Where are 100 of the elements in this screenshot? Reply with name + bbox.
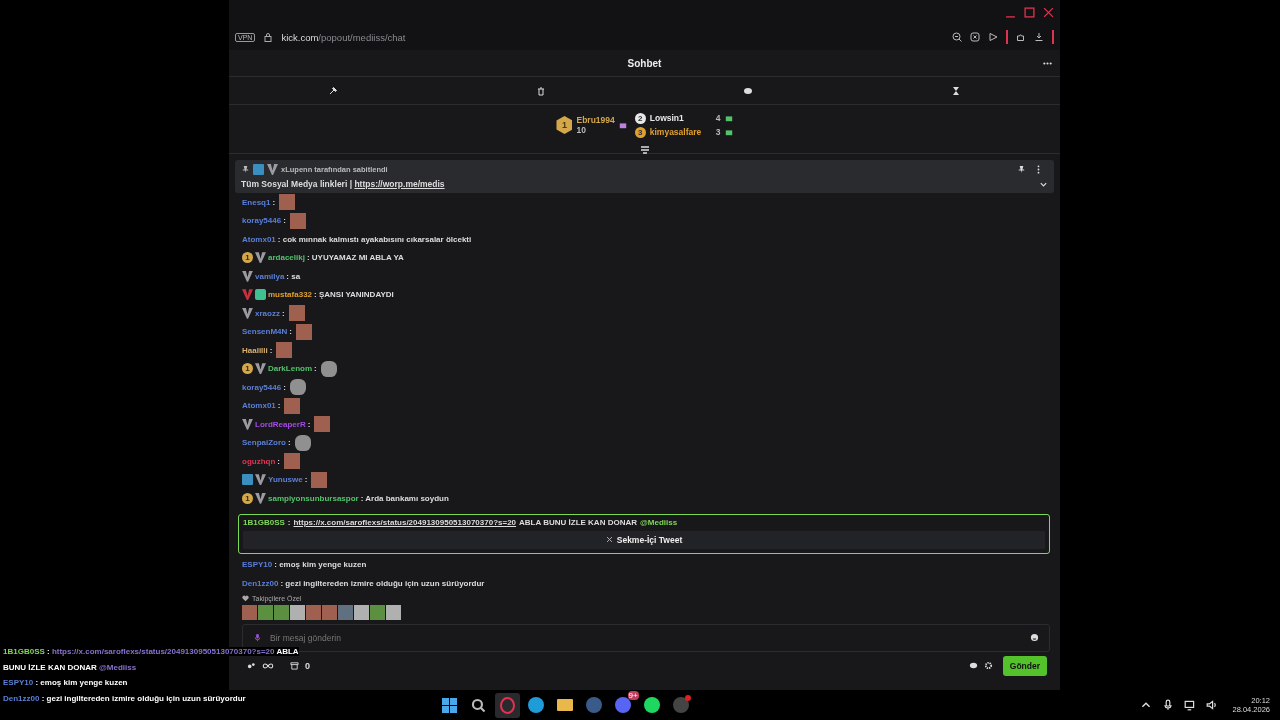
message-text: : (44, 647, 52, 657)
username[interactable]: oguzhqn (242, 456, 276, 466)
points-icon[interactable] (247, 661, 256, 670)
username[interactable]: vamilya (255, 271, 285, 281)
chat-title: Sohbet (627, 57, 662, 69)
menu-icon[interactable] (639, 145, 650, 155)
message-text: : ŞANSI YANINDAYDI (314, 290, 394, 300)
username[interactable]: Atomx01 (242, 401, 276, 411)
message-text: : (283, 216, 286, 226)
username[interactable]: koray5446 (242, 216, 282, 226)
tweet-link[interactable]: https://x.com/saroflexs/status/2049130950513070370?s=20 (293, 517, 517, 527)
og-badge (255, 492, 266, 504)
emote-button[interactable] (386, 604, 401, 620)
moderator-badge (242, 474, 253, 486)
emote-button[interactable] (338, 604, 353, 620)
message-text: : (277, 401, 281, 411)
message-input[interactable]: Bir mesaj gönderin (268, 631, 1024, 644)
chat-bubble-icon[interactable] (968, 661, 978, 670)
message-text: ABLA (274, 647, 299, 657)
emoji-icon[interactable] (1030, 633, 1039, 642)
username[interactable]: 1B1GB0SS (243, 517, 285, 527)
taskbar-app-icon[interactable] (494, 692, 520, 718)
message-text: ABLA BUNU İZLE KAN DONAR (519, 517, 637, 527)
chat-bubble-icon[interactable] (743, 85, 754, 96)
username[interactable]: ardacelikj (268, 253, 305, 263)
message-text: BUNU İZLE KAN DONAR (3, 662, 99, 672)
gift-icon (618, 121, 627, 129)
og-badge (255, 363, 266, 375)
message-text: : (281, 308, 285, 318)
x-icon (605, 536, 613, 543)
volume-icon[interactable] (1206, 699, 1219, 711)
message-text: : (277, 456, 280, 466)
username[interactable]: LordReaperR (255, 419, 306, 429)
download-icon[interactable] (1034, 32, 1044, 42)
username[interactable]: Haalilli (242, 345, 268, 355)
message-text: : (33, 678, 41, 688)
emote-button[interactable] (354, 604, 369, 620)
send-icon[interactable] (988, 32, 998, 42)
network-icon[interactable] (1184, 699, 1197, 711)
emote-button[interactable] (322, 604, 337, 620)
message-text: : (272, 197, 276, 207)
maximize-icon[interactable] (1024, 6, 1035, 18)
rank-badge: 1 (556, 116, 573, 134)
message-text: : (304, 475, 308, 485)
message-text: : UYUYAMAZ MI ABLA YA (306, 253, 404, 263)
username[interactable]: koray5446 (242, 382, 282, 392)
pinned-link[interactable]: https://worp.me/medis (354, 179, 445, 189)
emote-button[interactable] (242, 604, 257, 620)
emote-button[interactable] (274, 604, 289, 620)
message-text: : (289, 327, 293, 337)
emote-button[interactable] (258, 604, 273, 620)
tweet-embed-button[interactable]: Sekme-İçi Tweet (243, 530, 1045, 549)
pin-icon[interactable] (1017, 165, 1026, 174)
hammer-icon[interactable] (327, 85, 338, 96)
og-badge (242, 307, 253, 319)
subscriber-badge: 1 (242, 363, 253, 375)
og-badge (255, 474, 266, 486)
lock-icon[interactable] (263, 32, 274, 42)
message-text: : emoş kim yenge kuzen (274, 560, 367, 570)
hourglass-icon[interactable] (951, 85, 962, 96)
zoom-out-icon[interactable] (952, 32, 962, 42)
username[interactable]: SenpaiZoro (242, 438, 286, 448)
send-button[interactable]: Gönder (1002, 655, 1047, 676)
username[interactable]: mustafa332 (268, 290, 313, 300)
emote-button[interactable] (290, 604, 305, 620)
username[interactable]: ESPY10 (242, 560, 273, 570)
username[interactable]: sampiyonsunbursaspor (268, 493, 359, 503)
mention: @Mediiss (99, 662, 137, 672)
username[interactable]: Atomx01 (242, 234, 276, 244)
username: 1B1GB0SS (3, 647, 45, 657)
username[interactable]: Den1zz00 (242, 578, 279, 588)
settings-icon[interactable] (983, 661, 993, 670)
og-badge (255, 252, 266, 264)
gifter-name: kimyasalfare (649, 127, 703, 137)
microphone-icon[interactable] (1162, 699, 1175, 711)
username[interactable]: Yunuswe (268, 475, 303, 485)
message-text: : Arda bankamı soydun (360, 493, 449, 503)
store-icon[interactable] (290, 661, 299, 670)
username[interactable]: xraozz (255, 308, 280, 318)
username[interactable]: SensenM4N (242, 327, 288, 337)
gift-count: 3 (715, 127, 721, 137)
close-icon[interactable] (1043, 6, 1054, 18)
emote-button[interactable] (370, 604, 385, 620)
heart-icon (242, 594, 249, 602)
gift-badge (255, 289, 266, 301)
mention[interactable]: @Mediiss (640, 517, 678, 527)
username[interactable]: DarkLenom (268, 364, 312, 374)
og-badge (267, 164, 278, 175)
trash-icon[interactable] (535, 85, 546, 96)
username[interactable]: Enesq1 (242, 197, 271, 207)
gift-count: 10 (576, 125, 587, 135)
points-count: 0 (305, 660, 310, 671)
rank-badge: 2 (634, 112, 646, 124)
emote-button[interactable] (306, 604, 321, 620)
more-icon[interactable] (1043, 61, 1052, 65)
username: ESPY10 (3, 678, 34, 688)
url-field[interactable]: kick.com/popout/mediiss/chat (281, 31, 406, 43)
shield-icon[interactable] (970, 32, 980, 42)
infinity-icon (262, 661, 274, 670)
og-badge (242, 289, 253, 301)
